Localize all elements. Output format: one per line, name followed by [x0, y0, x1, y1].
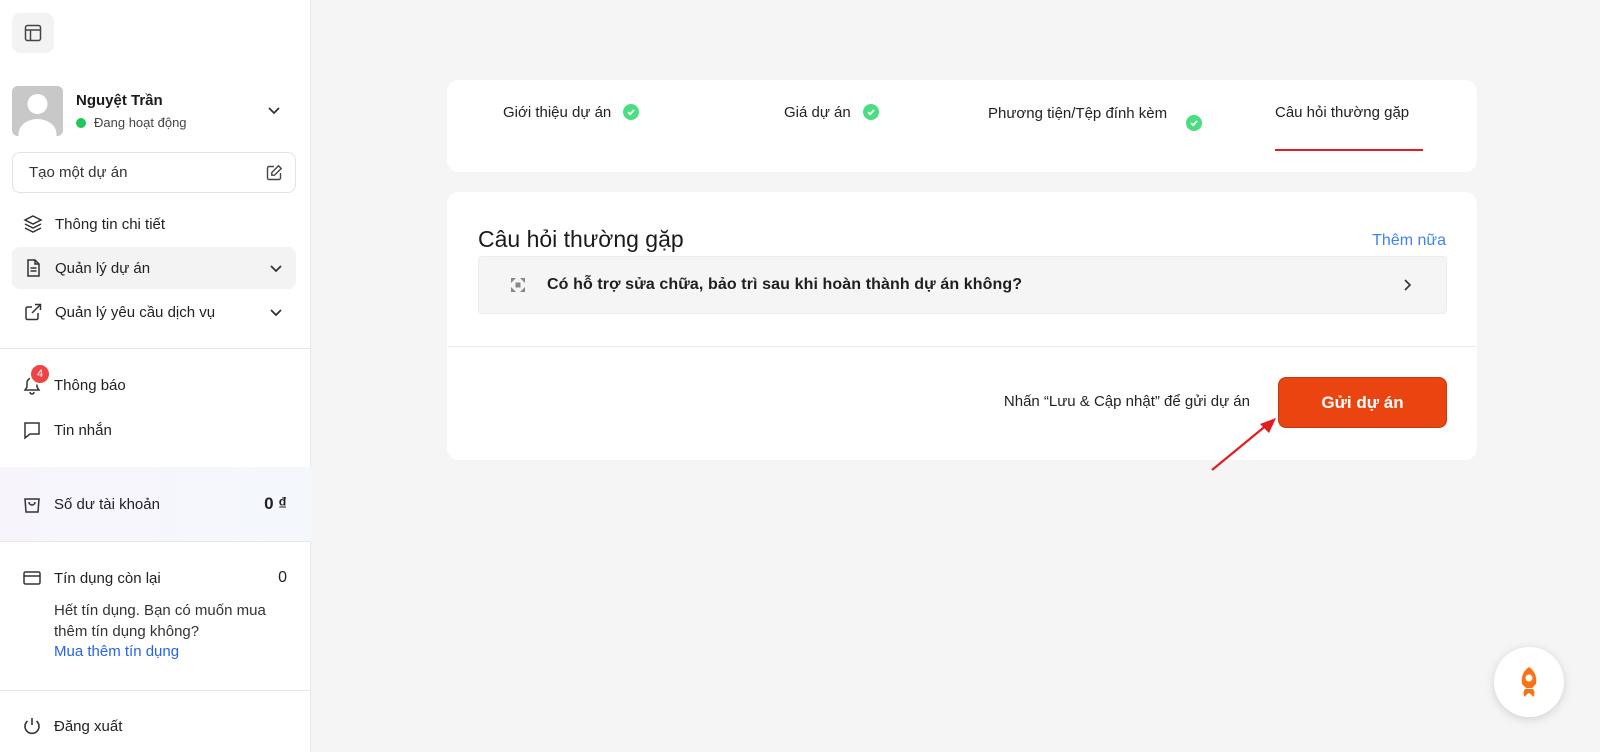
check-icon — [623, 104, 640, 120]
submit-hint: Nhấn “Lưu & Cập nhật” để gửi dự án — [1003, 393, 1250, 410]
tab-media-attachments[interactable]: Phương tiện/Tệp đính kèm — [988, 104, 1208, 131]
credit-card-icon — [23, 571, 41, 585]
online-status-dot — [76, 117, 86, 128]
faq-item[interactable]: Có hỗ trợ sửa chữa, bảo trì sau khi hoàn… — [478, 256, 1447, 314]
check-icon — [862, 104, 879, 120]
sidebar-item-label: Quản lý yêu cầu dịch vụ — [55, 303, 216, 321]
submit-project-button[interactable]: Gửi dự án — [1278, 377, 1447, 428]
chevron-right-icon — [1404, 279, 1412, 291]
drag-handle-icon[interactable] — [511, 278, 525, 292]
logout-button[interactable]: Đăng xuất — [22, 716, 122, 736]
sidebar-toggle-button[interactable] — [12, 13, 54, 53]
sidebar-divider — [0, 348, 311, 349]
layers-icon — [23, 215, 43, 233]
credit-value: 0 — [278, 569, 287, 586]
balance-label: Số dư tài khoản — [54, 495, 160, 513]
account-balance: Số dư tài khoản 0 ₫ — [0, 467, 311, 541]
user-status: Đang hoạt động — [76, 115, 187, 130]
chevron-down-icon — [270, 309, 282, 317]
credit-label: Tín dụng còn lại — [54, 569, 161, 587]
tab-label: Câu hỏi thường gặp — [1275, 104, 1410, 121]
tab-label: Giá dự án — [784, 104, 851, 121]
create-project-button[interactable]: Tạo một dự án — [12, 152, 296, 193]
user-profile[interactable]: Nguyệt Trần Đang hoạt động — [12, 86, 296, 136]
annotation-arrow-icon — [1211, 418, 1276, 471]
power-icon — [24, 718, 40, 735]
balance-value: 0 ₫ — [264, 494, 287, 513]
chevron-down-icon — [270, 265, 282, 273]
sidebar-item-label: Tin nhắn — [54, 421, 112, 439]
tab-label: Phương tiện/Tệp đính kèm — [988, 105, 1168, 122]
chat-icon — [24, 422, 40, 440]
sidebar-item-messages[interactable]: Tin nhắn — [22, 420, 112, 440]
sidebar-item-label: Thông báo — [54, 376, 126, 394]
check-icon — [1186, 115, 1202, 131]
tab-project-intro[interactable]: Giới thiệu dự án — [503, 104, 640, 121]
sidebar-divider — [0, 541, 311, 542]
step-tabs: Giới thiệu dự án Giá dự án Phương tiện/T… — [447, 80, 1477, 172]
layout-icon — [24, 24, 42, 42]
chevron-down-icon[interactable] — [266, 102, 282, 118]
sidebar: Nguyệt Trần Đang hoạt động Tạo một dự án… — [0, 0, 311, 752]
tab-project-price[interactable]: Giá dự án — [784, 104, 879, 121]
section-title: Câu hỏi thường gặp — [478, 226, 684, 252]
rocket-icon — [1521, 667, 1537, 697]
shopping-bag-icon — [24, 498, 40, 513]
user-name: Nguyệt Trần — [76, 92, 163, 109]
buy-credit-link[interactable]: Mua thêm tín dụng — [54, 643, 179, 660]
credit-note: Hết tín dụng. Bạn có muốn mua thêm tín d… — [54, 602, 266, 640]
document-icon — [27, 259, 40, 277]
card-divider — [447, 346, 1477, 347]
remaining-credit: Tín dụng còn lại 0 — [22, 568, 287, 588]
sidebar-item-label: Quản lý dự án — [55, 259, 151, 277]
sidebar-item-details[interactable]: Thông tin chi tiết — [12, 203, 296, 245]
faq-question: Có hỗ trợ sửa chữa, bảo trì sau khi hoàn… — [547, 276, 1023, 293]
tab-label: Giới thiệu dự án — [503, 104, 612, 121]
active-tab-indicator — [1275, 149, 1423, 151]
notification-count-badge: 4 — [29, 363, 51, 385]
create-project-label: Tạo một dự án — [29, 164, 128, 181]
faq-card: Câu hỏi thường gặp Thêm nữa Có hỗ trợ sử… — [447, 192, 1477, 460]
sidebar-item-label: Thông tin chi tiết — [55, 215, 166, 233]
logout-label: Đăng xuất — [54, 717, 123, 735]
avatar — [12, 86, 63, 136]
tab-faq[interactable]: Câu hỏi thường gặp — [1275, 104, 1409, 121]
edit-icon — [266, 164, 283, 181]
sidebar-item-service-requests[interactable]: Quản lý yêu cầu dịch vụ — [12, 291, 296, 333]
external-link-icon — [25, 303, 42, 321]
sidebar-divider — [0, 690, 311, 691]
user-status-label: Đang hoạt động — [94, 115, 187, 130]
sidebar-item-project-management[interactable]: Quản lý dự án — [12, 247, 296, 289]
add-more-link[interactable]: Thêm nữa — [1372, 232, 1446, 250]
support-chat-button[interactable] — [1494, 647, 1564, 717]
